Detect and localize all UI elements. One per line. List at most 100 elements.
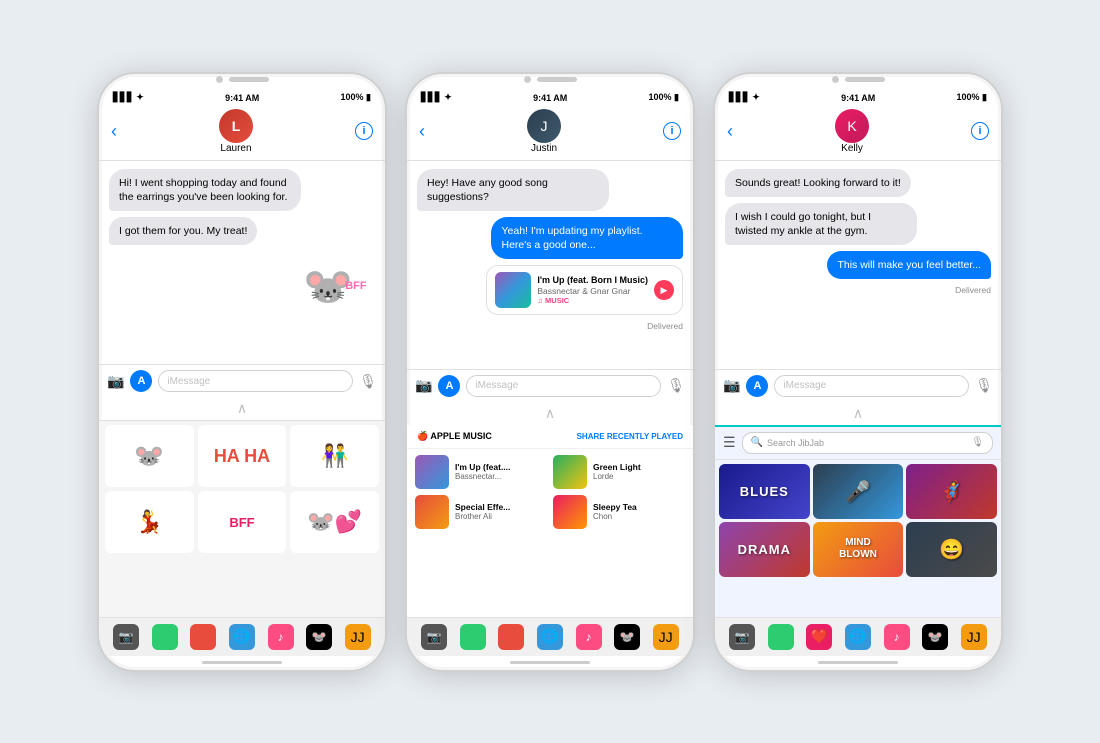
dock-globe-1[interactable]: 🌐 xyxy=(229,624,255,650)
jibjab-cell-drama[interactable]: DRAMA xyxy=(719,522,810,577)
sticker-cell[interactable]: HA HA xyxy=(198,425,287,487)
dock-music-2[interactable]: ♪ xyxy=(576,624,602,650)
dock-globe-3[interactable]: 🌐 xyxy=(845,624,871,650)
music-info: I'm Up (feat. Born I Music) Bassnectar &… xyxy=(537,275,648,305)
dock-camera-3[interactable]: 📷 xyxy=(729,624,755,650)
contact-info-lauren: L Lauren xyxy=(219,109,253,154)
camera-icon-1[interactable]: 📷 xyxy=(107,373,124,390)
imessage-input-3[interactable]: iMessage xyxy=(774,375,969,397)
play-button[interactable]: ▶ xyxy=(654,280,674,300)
camera-icon-2[interactable]: 📷 xyxy=(415,377,432,394)
mic-icon-2[interactable]: 🎙 xyxy=(667,377,685,394)
message-bubble-s1: This will make you feel better... xyxy=(827,251,991,279)
info-button-3[interactable]: i xyxy=(971,122,989,140)
input-bar-3: 📷 A iMessage 🎙 xyxy=(715,369,1001,402)
dock-mickey-1[interactable]: 🐭 xyxy=(306,624,332,650)
speaker-2 xyxy=(537,77,577,82)
chevron-icon-1: ∧ xyxy=(237,400,247,417)
message-bubble-r2: I wish I could go tonight, but I twisted… xyxy=(725,203,917,245)
app-dock-2: 📷 🌐 ♪ 🐭 JJ xyxy=(407,617,693,656)
imessage-header-3: ‹ K Kelly i xyxy=(715,105,1001,161)
music-item-title-4: Sleepy Tea xyxy=(593,502,637,512)
imessage-input-2[interactable]: iMessage xyxy=(466,375,661,397)
music-item-4[interactable]: Sleepy Tea Chon xyxy=(553,495,685,529)
input-placeholder-2: iMessage xyxy=(475,380,518,391)
jibjab-menu-icon[interactable]: ☰ xyxy=(723,434,736,451)
mic-icon-3[interactable]: 🎙 xyxy=(975,377,993,394)
chevron-row-2: ∧ xyxy=(407,402,693,425)
sticker-cell[interactable]: 💃 xyxy=(105,491,194,553)
share-recently-played[interactable]: SHARE RECENTLY PLAYED xyxy=(577,432,683,441)
dock-camera-2[interactable]: 📷 xyxy=(421,624,447,650)
message-bubble-received: Hey! Have any good song suggestions? xyxy=(417,169,609,211)
time-2: 9:41 AM xyxy=(533,93,567,103)
music-title: I'm Up (feat. Born I Music) xyxy=(537,275,648,286)
dock-app-2-3[interactable] xyxy=(768,624,794,650)
back-button-1[interactable]: ‹ xyxy=(111,121,117,142)
apple-music-drawer: 🍎 APPLE MUSIC SHARE RECENTLY PLAYED I'm … xyxy=(407,425,693,617)
message-bubble: I got them for you. My treat! xyxy=(109,217,257,245)
music-art-thumbnail xyxy=(495,272,531,308)
dock-app-3-2[interactable] xyxy=(498,624,524,650)
dock-jibjab-2[interactable]: JJ xyxy=(653,624,679,650)
contact-info-justin: J Justin xyxy=(527,109,561,154)
phone-kelly: ▋▋▋ ✦ 9:41 AM 100% ▮ ‹ K Kelly i Sounds … xyxy=(713,72,1003,672)
music-item-1[interactable]: I'm Up (feat.... Bassnectar... xyxy=(415,455,547,489)
camera-icon-3[interactable]: 📷 xyxy=(723,377,740,394)
info-button-2[interactable]: i xyxy=(663,122,681,140)
music-item-3[interactable]: Special Effe... Brother Ali xyxy=(415,495,547,529)
info-button-1[interactable]: i xyxy=(355,122,373,140)
phone-speaker-3 xyxy=(715,74,1001,85)
jibjab-cell-person[interactable]: 🎤 xyxy=(813,464,904,519)
music-item-info-4: Sleepy Tea Chon xyxy=(593,502,637,521)
music-item-artist-4: Chon xyxy=(593,512,637,521)
dock-app-2-1[interactable] xyxy=(152,624,178,650)
jibjab-cell-mind-blown[interactable]: MINDBLOWN xyxy=(813,522,904,577)
dock-app-3-1[interactable] xyxy=(190,624,216,650)
dock-app-3-3[interactable]: ❤️ xyxy=(806,624,832,650)
camera-3 xyxy=(832,76,839,83)
sticker-bff: 🐭 BFF xyxy=(295,251,375,321)
phones-container: ▋▋▋ ✦ 9:41 AM 100% ▮ ‹ L Lauren i Hi! I … xyxy=(77,52,1023,692)
avatar-kelly: K xyxy=(835,109,869,143)
jibjab-cell-blues[interactable]: BLUES xyxy=(719,464,810,519)
back-button-2[interactable]: ‹ xyxy=(419,121,425,142)
jibjab-cell-hero[interactable]: 🦸 xyxy=(906,464,997,519)
dock-jibjab-1[interactable]: JJ xyxy=(345,624,371,650)
music-item-2[interactable]: Green Light Lorde xyxy=(553,455,685,489)
imessage-input-1[interactable]: iMessage xyxy=(158,370,353,392)
music-item-art-1 xyxy=(415,455,449,489)
jibjab-search-field[interactable]: 🔍 Search JibJab 🎙 xyxy=(742,432,993,454)
dock-jibjab-3[interactable]: JJ xyxy=(961,624,987,650)
back-button-3[interactable]: ‹ xyxy=(727,121,733,142)
dock-app-2-2[interactable] xyxy=(460,624,486,650)
dock-globe-2[interactable]: 🌐 xyxy=(537,624,563,650)
contact-name-kelly: Kelly xyxy=(841,143,863,154)
time-3: 9:41 AM xyxy=(841,93,875,103)
music-drawer-header: 🍎 APPLE MUSIC SHARE RECENTLY PLAYED xyxy=(407,425,693,449)
input-bar-1: 📷 A iMessage 🎙 xyxy=(99,364,385,397)
mic-icon-1[interactable]: 🎙 xyxy=(359,373,377,390)
sticker-cell[interactable]: 👫 xyxy=(290,425,379,487)
signal-1: ▋▋▋ ✦ xyxy=(113,92,144,103)
sticker-cell[interactable]: 🐭💕 xyxy=(290,491,379,553)
camera-1 xyxy=(216,76,223,83)
delivered-label: Delivered xyxy=(647,321,683,331)
apps-button-3[interactable]: A xyxy=(746,375,768,397)
chevron-row-1: ∧ xyxy=(99,397,385,420)
dock-camera-1[interactable]: 📷 xyxy=(113,624,139,650)
music-item-art-2 xyxy=(553,455,587,489)
imessage-header-1: ‹ L Lauren i xyxy=(99,105,385,161)
contact-info-kelly: K Kelly xyxy=(835,109,869,154)
sticker-cell[interactable]: 🐭 xyxy=(105,425,194,487)
dock-music-1[interactable]: ♪ xyxy=(268,624,294,650)
dock-mickey-2[interactable]: 🐭 xyxy=(614,624,640,650)
jibjab-cell-person2[interactable]: 😄 xyxy=(906,522,997,577)
avatar-justin: J xyxy=(527,109,561,143)
sticker-cell[interactable]: BFF xyxy=(198,491,287,553)
dock-mickey-3[interactable]: 🐭 xyxy=(922,624,948,650)
apps-button-2[interactable]: A xyxy=(438,375,460,397)
apps-button-1[interactable]: A xyxy=(130,370,152,392)
chevron-icon-2: ∧ xyxy=(545,405,555,422)
dock-music-3[interactable]: ♪ xyxy=(884,624,910,650)
